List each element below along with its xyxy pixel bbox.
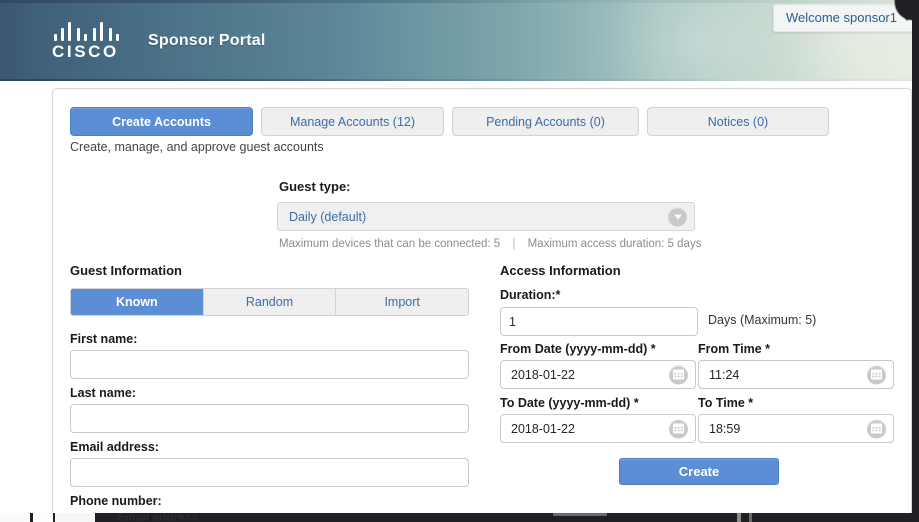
chevron-down-icon[interactable] <box>668 207 687 226</box>
max-devices-note: Maximum devices that can be connected: 5 <box>279 238 501 250</box>
to-time-label: To Time * <box>698 396 754 410</box>
guest-type-constraints: Maximum devices that can be connected: 5… <box>279 238 701 250</box>
right-edge-overlay <box>912 0 919 522</box>
banner-top-accent <box>0 0 919 3</box>
calendar-glyph <box>871 423 882 434</box>
guest-type-select[interactable]: Daily (default) <box>277 202 695 231</box>
cisco-bars-icon <box>52 22 132 41</box>
bottom-overflow-strip: Email address: <box>0 513 919 522</box>
calendar-icon[interactable] <box>867 365 886 384</box>
calendar-icon[interactable] <box>669 365 688 384</box>
note-separator: | <box>512 238 516 250</box>
from-date-input[interactable]: 2018-01-22 <box>500 360 696 389</box>
page-subtitle: Create, manage, and approve guest accoun… <box>70 140 324 154</box>
duration-value: 1 <box>509 314 516 329</box>
mode-random[interactable]: Random <box>202 289 336 315</box>
from-time-label: From Time * <box>698 342 771 356</box>
main-tabs: Create Accounts Manage Accounts (12) Pen… <box>70 107 829 136</box>
tab-pending-accounts[interactable]: Pending Accounts (0) <box>452 107 639 136</box>
duration-max-note: Days (Maximum: 5) <box>708 313 817 327</box>
access-information-heading: Access Information <box>500 263 621 278</box>
calendar-glyph <box>673 369 684 380</box>
guest-entry-mode-toggle: Known Random Import <box>70 288 469 316</box>
to-time-value: 18:59 <box>709 421 741 436</box>
calendar-icon[interactable] <box>669 419 688 438</box>
last-name-input[interactable] <box>70 404 469 433</box>
mode-import[interactable]: Import <box>335 289 468 315</box>
to-date-value: 2018-01-22 <box>511 421 575 436</box>
max-duration-note: Maximum access duration: 5 days <box>527 238 702 250</box>
guest-type-selected-value: Daily (default) <box>289 209 367 224</box>
duration-input[interactable]: 1 <box>500 307 698 336</box>
calendar-glyph <box>673 423 684 434</box>
banner-bottom-accent <box>0 79 919 81</box>
from-date-label: From Date (yyyy-mm-dd) * <box>500 342 656 356</box>
mode-known[interactable]: Known <box>71 289 203 315</box>
phone-number-label: Phone number: <box>70 494 162 508</box>
to-time-input[interactable]: 18:59 <box>698 414 894 443</box>
email-address-label: Email address: <box>70 440 159 454</box>
calendar-icon[interactable] <box>867 419 886 438</box>
portal-title: Sponsor Portal <box>148 32 266 49</box>
last-name-label: Last name: <box>70 386 136 400</box>
sponsor-portal-page: CISCO Sponsor Portal Welcome sponsor1 Cr… <box>0 0 919 522</box>
to-date-label: To Date (yyyy-mm-dd) * <box>500 396 639 410</box>
main-content-card: Create Accounts Manage Accounts (12) Pen… <box>52 88 912 518</box>
tab-manage-accounts[interactable]: Manage Accounts (12) <box>261 107 444 136</box>
tab-notices[interactable]: Notices (0) <box>647 107 829 136</box>
from-time-input[interactable]: 11:24 <box>698 360 894 389</box>
duration-label: Duration:* <box>500 288 561 302</box>
guest-information-heading: Guest Information <box>70 263 182 278</box>
overflow-ghost-text: Email address: <box>117 513 203 522</box>
page-header-banner: CISCO Sponsor Portal Welcome sponsor1 <box>0 0 919 81</box>
guest-type-label: Guest type: <box>279 179 351 194</box>
calendar-glyph <box>871 369 882 380</box>
cisco-logo: CISCO <box>52 22 134 62</box>
from-time-value: 11:24 <box>709 367 740 382</box>
cisco-wordmark: CISCO <box>52 42 119 61</box>
welcome-user-label: Welcome sponsor1 <box>785 10 897 25</box>
first-name-input[interactable] <box>70 350 469 379</box>
first-name-label: First name: <box>70 332 138 346</box>
create-button[interactable]: Create <box>619 458 779 485</box>
from-date-value: 2018-01-22 <box>511 367 575 382</box>
tab-create-accounts[interactable]: Create Accounts <box>70 107 253 136</box>
email-address-input[interactable] <box>70 458 469 487</box>
to-date-input[interactable]: 2018-01-22 <box>500 414 696 443</box>
